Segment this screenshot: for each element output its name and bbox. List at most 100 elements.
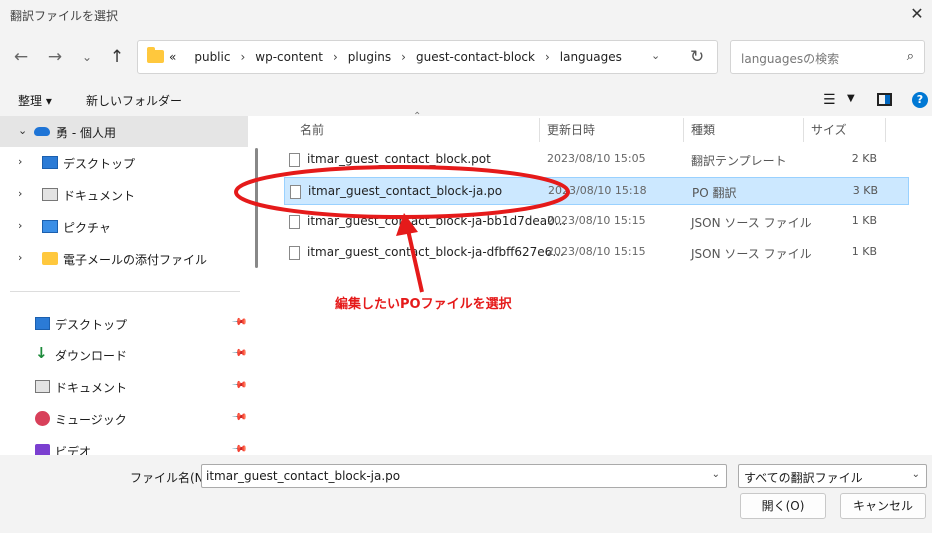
- up-arrow-icon[interactable]: ↑: [104, 45, 130, 69]
- recent-chevron-icon[interactable]: ⌄: [74, 45, 100, 69]
- column-divider[interactable]: [803, 118, 804, 142]
- column-divider[interactable]: [539, 118, 540, 142]
- file-name: itmar_guest_contact_block-ja.po: [308, 184, 503, 198]
- document-icon: [42, 188, 58, 201]
- breadcrumb-wp-content[interactable]: wp-content: [253, 50, 325, 64]
- chevron-down-icon[interactable]: ⌄: [712, 469, 720, 480]
- desktop-icon: [35, 317, 50, 330]
- new-folder-button[interactable]: 新しいフォルダー: [86, 92, 182, 109]
- file-date: 2023/08/10 15:15: [547, 245, 646, 258]
- quick-access-label: ドキュメント: [55, 381, 128, 395]
- command-bar: 整理 ▾ 新しいフォルダー ☰ ▼ ?: [0, 84, 932, 116]
- file-row[interactable]: itmar_guest_contact_block.pot 2023/08/10…: [284, 146, 909, 174]
- help-icon[interactable]: ?: [912, 92, 928, 108]
- file-name: itmar_guest_contact_block-ja-dfbff627e6.…: [307, 245, 564, 259]
- organize-button[interactable]: 整理 ▾: [18, 92, 52, 109]
- cancel-button[interactable]: キャンセル: [840, 493, 926, 519]
- filter-value: すべての翻訳ファイル: [744, 471, 863, 485]
- file-type: JSON ソース ファイル: [691, 216, 812, 230]
- sidebar-item-documents[interactable]: › ドキュメント: [0, 179, 248, 210]
- file-type: JSON ソース ファイル: [691, 247, 812, 261]
- sidebar-item-email-attachments[interactable]: › 電子メールの添付ファイル: [0, 243, 248, 274]
- cloud-icon: [34, 127, 50, 136]
- search-icon[interactable]: ⌕: [907, 49, 914, 64]
- column-header-size[interactable]: サイズ: [811, 121, 847, 138]
- pin-icon[interactable]: 📌: [231, 441, 248, 455]
- sidebar-item-pictures[interactable]: › ピクチャ: [0, 211, 248, 242]
- view-list-icon[interactable]: ☰: [823, 92, 836, 108]
- chevron-down-icon[interactable]: ⌄: [18, 124, 27, 137]
- file-type: 翻訳テンプレート: [691, 154, 787, 168]
- sidebar-scrollbar[interactable]: [255, 148, 258, 268]
- quick-access-label: ミュージック: [55, 413, 127, 427]
- quick-access-videos[interactable]: ビデオ 📌: [0, 435, 248, 455]
- file-row[interactable]: itmar_guest_contact_block-ja-dfbff627e6.…: [284, 239, 909, 267]
- chevron-down-icon[interactable]: ▼: [847, 93, 855, 104]
- quick-access-label: デスクトップ: [55, 318, 128, 332]
- navigation-pane: ⌄ 勇 - 個人用 › デスクトップ › ドキュメント › ピクチャ › 電子メ…: [0, 116, 258, 455]
- forward-arrow-icon[interactable]: →: [42, 45, 68, 69]
- pin-icon[interactable]: 📌: [231, 345, 248, 362]
- sidebar-item-onedrive[interactable]: ⌄ 勇 - 個人用: [0, 116, 248, 147]
- breadcrumb-public[interactable]: public: [192, 50, 232, 64]
- overflow-chevrons[interactable]: «: [169, 50, 176, 64]
- sidebar-item-desktop[interactable]: › デスクトップ: [0, 147, 248, 178]
- json-file-icon: [289, 215, 300, 229]
- column-divider[interactable]: [885, 118, 886, 142]
- window-title: 翻訳ファイルを選択: [10, 9, 119, 23]
- address-bar[interactable]: « public › wp-content › plugins › guest-…: [137, 40, 718, 74]
- sidebar-item-label: ピクチャ: [63, 221, 111, 235]
- desktop-icon: [42, 156, 58, 169]
- file-icon: [289, 153, 300, 167]
- sort-ascending-icon: ⌃: [413, 111, 422, 122]
- breadcrumb-guest-contact-block[interactable]: guest-contact-block: [414, 50, 537, 64]
- file-size: 3 KB: [852, 184, 878, 197]
- annotation-label: 編集したいPOファイルを選択: [335, 297, 512, 312]
- back-arrow-icon[interactable]: ←: [8, 45, 34, 69]
- quick-access-documents[interactable]: ドキュメント 📌: [0, 371, 248, 402]
- quick-access-music[interactable]: ミュージック 📌: [0, 403, 248, 434]
- file-size: 1 KB: [851, 214, 877, 227]
- folder-icon: [147, 47, 164, 63]
- close-icon[interactable]: ✕: [908, 5, 926, 23]
- chevron-down-icon[interactable]: ⌄: [651, 49, 660, 62]
- quick-access-desktop[interactable]: デスクトップ 📌: [0, 308, 248, 339]
- search-placeholder: languagesの検索: [741, 52, 840, 66]
- music-icon: [35, 411, 50, 426]
- file-name: itmar_guest_contact_block.pot: [307, 152, 491, 166]
- filename-field[interactable]: itmar_guest_contact_block-ja.po ⌄: [201, 464, 727, 488]
- open-button[interactable]: 開く(O): [740, 493, 826, 519]
- preview-pane-icon[interactable]: [877, 93, 892, 106]
- quick-access-label: ダウンロード: [55, 349, 128, 363]
- file-type-filter[interactable]: すべての翻訳ファイル ⌄: [738, 464, 927, 488]
- file-size: 2 KB: [851, 152, 877, 165]
- column-header-name[interactable]: 名前: [300, 121, 324, 138]
- file-row[interactable]: itmar_guest_contact_block-ja-bb1d7dea0..…: [284, 208, 909, 236]
- chevron-right-icon[interactable]: ›: [18, 187, 22, 200]
- chevron-right-icon[interactable]: ›: [18, 219, 22, 232]
- search-box[interactable]: languagesの検索 ⌕: [730, 40, 925, 74]
- refresh-icon[interactable]: ↻: [690, 47, 704, 67]
- breadcrumb: « public › wp-content › plugins › guest-…: [169, 50, 624, 64]
- filename-value: itmar_guest_contact_block-ja.po: [206, 469, 401, 483]
- breadcrumb-languages[interactable]: languages: [558, 50, 624, 64]
- document-icon: [35, 380, 50, 393]
- quick-access-downloads[interactable]: ↓ ダウンロード 📌: [0, 339, 248, 370]
- chevron-right-icon[interactable]: ›: [18, 251, 22, 264]
- file-list: ⌃ 名前 更新日時 種類 サイズ itmar_guest_contact_blo…: [266, 111, 932, 455]
- column-header-type[interactable]: 種類: [691, 121, 715, 138]
- file-row-selected[interactable]: itmar_guest_contact_block-ja.po 2023/08/…: [284, 177, 909, 205]
- file-type: PO 翻訳: [692, 186, 737, 200]
- file-name: itmar_guest_contact_block-ja-bb1d7dea0..…: [307, 214, 567, 228]
- pin-icon[interactable]: 📌: [231, 377, 248, 394]
- breadcrumb-plugins[interactable]: plugins: [346, 50, 393, 64]
- pin-icon[interactable]: 📌: [231, 409, 248, 426]
- pin-icon[interactable]: 📌: [231, 314, 248, 331]
- chevron-right-icon[interactable]: ›: [18, 155, 22, 168]
- title-bar: 翻訳ファイルを選択 ✕: [0, 0, 932, 30]
- column-header-date[interactable]: 更新日時: [547, 121, 595, 138]
- download-icon: ↓: [35, 344, 48, 362]
- column-divider[interactable]: [683, 118, 684, 142]
- chevron-down-icon[interactable]: ⌄: [912, 469, 920, 480]
- picture-icon: [42, 220, 58, 233]
